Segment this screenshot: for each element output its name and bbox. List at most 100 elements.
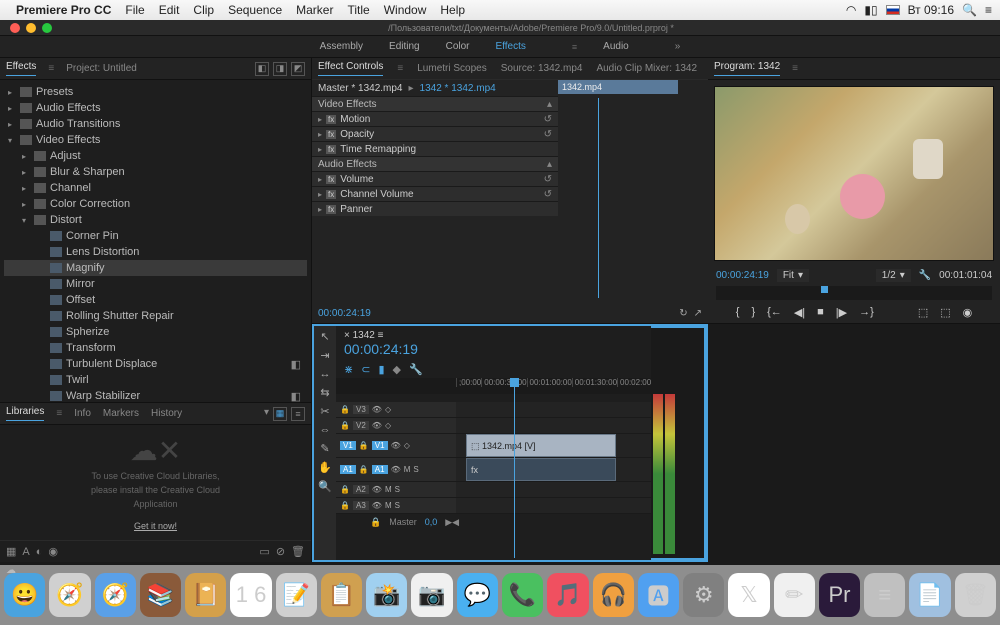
menu-sequence[interactable]: Sequence (228, 3, 282, 17)
tool-icon[interactable]: ⊘ (276, 545, 285, 558)
ec-export-icon[interactable]: ↗ (694, 308, 702, 319)
ec-playhead[interactable] (598, 98, 599, 298)
tree-item-rolling-shutter-repair[interactable]: Rolling Shutter Repair (4, 308, 307, 324)
menu-extras-icon[interactable]: ≡ (985, 3, 992, 17)
program-timecode[interactable]: 00:00:24:19 (716, 270, 769, 281)
spotlight-icon[interactable]: 🔍 (962, 3, 977, 17)
clock[interactable]: Вт 09:16 (908, 3, 954, 17)
tool-icon[interactable]: ◐ (36, 546, 43, 558)
tree-item-color-correction[interactable]: ▸Color Correction (4, 196, 307, 212)
menu-title[interactable]: Title (347, 3, 369, 17)
dock-app[interactable]: 📷 (411, 573, 452, 617)
get-it-now-link[interactable]: Get it now! (134, 521, 177, 531)
ec-video-effects-header[interactable]: Video Effects▴ (312, 96, 558, 111)
dock-app[interactable]: 📞 (502, 573, 543, 617)
tree-item-warp-stabilizer[interactable]: Warp Stabilizer◧ (4, 388, 307, 402)
razor-tool[interactable]: ✂ (320, 405, 329, 418)
dock-app[interactable]: 🎧 (593, 573, 634, 617)
tree-item-spherize[interactable]: Spherize (4, 324, 307, 340)
track-select-tool[interactable]: ⇥ (320, 349, 329, 362)
dock-app[interactable]: 🎵 (547, 573, 588, 617)
battery-icon[interactable]: ▮▯ (864, 3, 877, 17)
workspace-effects[interactable]: Effects (496, 41, 526, 52)
tree-item-blur-sharpen[interactable]: ▸Blur & Sharpen (4, 164, 307, 180)
yuv-icon[interactable]: ◩ (291, 62, 305, 76)
ec-fx-motion[interactable]: ▸fxMotion↺ (312, 111, 558, 126)
dock-app[interactable]: 📚 (140, 573, 181, 617)
tree-item-corner-pin[interactable]: Corner Pin (4, 228, 307, 244)
workspace-editing[interactable]: Editing (389, 41, 420, 52)
menu-window[interactable]: Window (384, 3, 427, 17)
tree-item-audio-transitions[interactable]: ▸Audio Transitions (4, 116, 307, 132)
menu-clip[interactable]: Clip (193, 3, 214, 17)
menu-file[interactable]: File (125, 3, 144, 17)
tool-icon[interactable]: ◉ (48, 545, 58, 558)
tree-item-video-effects[interactable]: ▾Video Effects (4, 132, 307, 148)
ec-fx-opacity[interactable]: ▸fxOpacity↺ (312, 126, 558, 141)
accel-icon[interactable]: ◨ (273, 62, 287, 76)
link-icon[interactable]: ⊂ (361, 363, 370, 376)
tool-icon[interactable]: ▦ (6, 545, 16, 558)
dock-app[interactable]: 1 6 (230, 573, 271, 617)
preset-bin-icon[interactable]: ◧ (255, 62, 269, 76)
tab-libraries[interactable]: Libraries (6, 406, 44, 421)
ec-loop-icon[interactable]: ↻ (679, 308, 687, 319)
tab-lumetri-scopes[interactable]: Lumetri Scopes (417, 63, 486, 74)
zoom-tool[interactable]: 🔍 (318, 480, 332, 493)
timeline-playhead[interactable] (514, 378, 515, 558)
pen-tool[interactable]: ✎ (320, 442, 329, 455)
dock-app[interactable]: 𝕏 (728, 573, 769, 617)
dock-app[interactable]: 📔 (185, 573, 226, 617)
snap-icon[interactable]: ⋇ (344, 363, 353, 376)
workspace-color[interactable]: Color (446, 41, 470, 52)
marker-icon[interactable]: ▮ (378, 363, 384, 376)
tree-item-twirl[interactable]: Twirl (4, 372, 307, 388)
audio-clip[interactable]: fx (466, 458, 616, 481)
lib-grid-icon[interactable]: ▦ (273, 407, 287, 421)
tab-project[interactable]: Project: Untitled (66, 63, 137, 74)
dock-app[interactable]: 📸 (366, 573, 407, 617)
tab-program[interactable]: Program: 1342 (714, 61, 780, 76)
marker-icon2[interactable]: ◆ (393, 363, 401, 376)
dock-app[interactable]: ⚙ (683, 573, 724, 617)
tree-item-presets[interactable]: ▸Presets (4, 84, 307, 100)
sequence-timecode[interactable]: 00:00:24:19 (344, 341, 643, 357)
dock-app[interactable]: 🅰 (638, 573, 679, 617)
track-a1-lane[interactable]: fx (456, 458, 651, 481)
tab-info[interactable]: Info (74, 408, 91, 419)
wrench-icon[interactable]: 🔧 (409, 363, 423, 376)
tree-item-audio-effects[interactable]: ▸Audio Effects (4, 100, 307, 116)
program-viewport[interactable] (714, 86, 994, 261)
trash-icon[interactable]: 🗑 (291, 545, 305, 558)
video-clip[interactable]: ⬚ 1342.mp4 [V] (466, 434, 616, 457)
tree-item-transform[interactable]: Transform (4, 340, 307, 356)
slip-tool[interactable]: ⇔ (320, 424, 331, 436)
dock-app[interactable]: 🧭 (95, 573, 136, 617)
tab-audio-mixer[interactable]: Audio Clip Mixer: 1342 (596, 63, 697, 74)
extract-icon[interactable]: ⬚ (940, 306, 950, 319)
ec-fx-panner[interactable]: ▸fxPanner (312, 201, 558, 216)
workspace-audio[interactable]: Audio (603, 41, 629, 52)
tab-source[interactable]: Source: 1342.mp4 (501, 63, 583, 74)
step-back-icon[interactable]: ◀| (794, 306, 805, 319)
lib-dropdown[interactable]: ▾ (264, 407, 269, 421)
tree-item-offset[interactable]: Offset (4, 292, 307, 308)
tab-effects[interactable]: Effects (6, 61, 36, 76)
ripple-tool[interactable]: ↔ (320, 368, 331, 380)
workspace-assembly[interactable]: Assembly (320, 41, 363, 52)
tool-icon[interactable]: A (22, 546, 29, 558)
tree-item-turbulent-displace[interactable]: Turbulent Displace◧ (4, 356, 307, 372)
tree-item-mirror[interactable]: Mirror (4, 276, 307, 292)
dock-app[interactable]: 🧭 (49, 573, 90, 617)
mark-in-icon[interactable]: { (736, 306, 740, 319)
ec-audio-effects-header[interactable]: Audio Effects▴ (312, 156, 558, 171)
mark-out-icon[interactable]: } (751, 306, 755, 319)
hand-tool[interactable]: ✋ (318, 461, 332, 474)
step-fwd-icon[interactable]: |▶ (836, 306, 847, 319)
sequence-name[interactable]: 1342 (353, 330, 375, 341)
ec-clip-bar[interactable]: 1342.mp4 (558, 80, 678, 94)
tree-item-channel[interactable]: ▸Channel (4, 180, 307, 196)
goto-out-icon[interactable]: →} (859, 306, 874, 319)
fit-dropdown[interactable]: Fit▾ (777, 269, 809, 282)
export-frame-icon[interactable]: ◉ (963, 306, 973, 319)
